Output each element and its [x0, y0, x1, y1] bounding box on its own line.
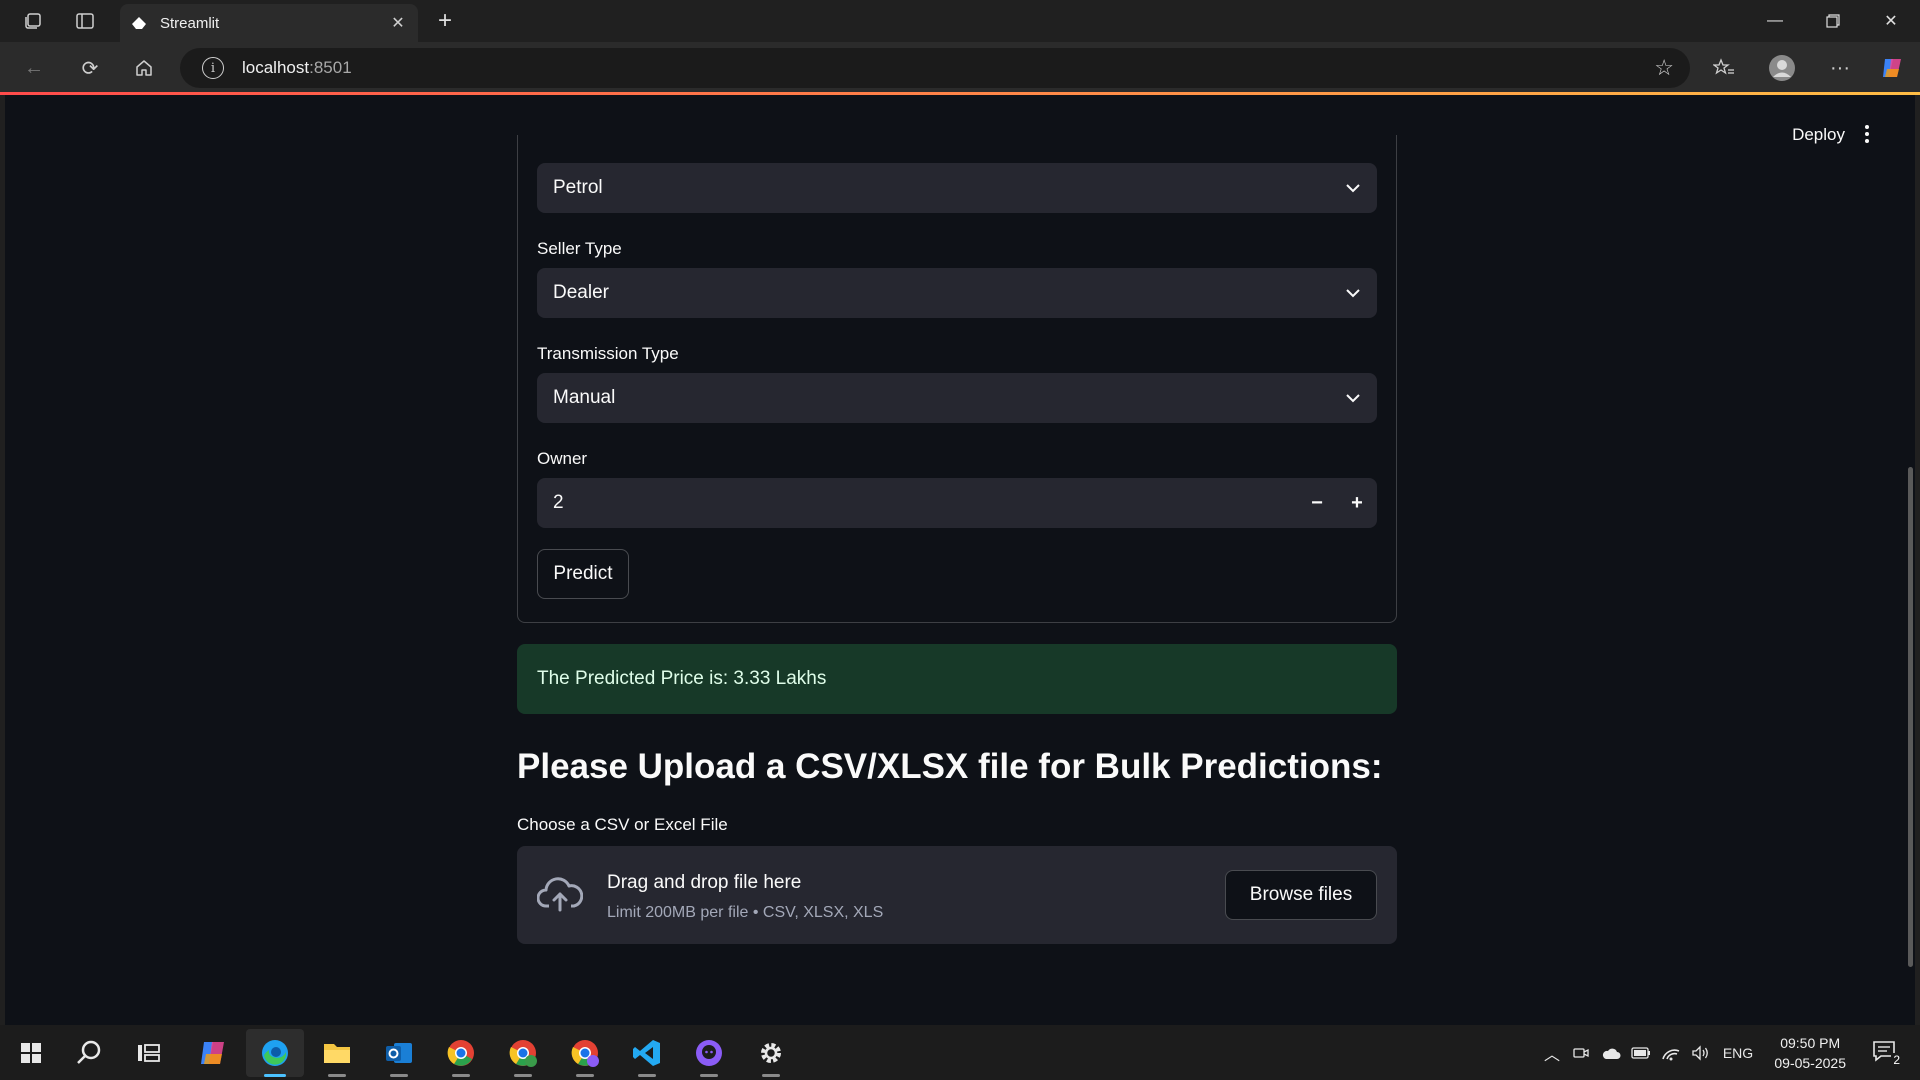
notification-count-badge: 2 [1891, 1053, 1902, 1067]
back-arrow-icon[interactable]: ← [16, 50, 52, 86]
onedrive-cloud-icon[interactable] [1596, 1046, 1626, 1060]
app-viewport: Deploy Petrol Seller Type Dealer Transmi… [5, 95, 1915, 1025]
chrome-profile-taskbar-icon[interactable] [494, 1029, 552, 1077]
browser-tab-bar: Streamlit ✕ + — ✕ [0, 0, 1920, 42]
notification-center-icon[interactable]: 2 [1872, 1039, 1902, 1067]
predict-button[interactable]: Predict [537, 549, 629, 599]
favorites-icon[interactable] [1706, 50, 1742, 86]
profile-avatar-icon[interactable] [1764, 50, 1800, 86]
vscode-taskbar-icon[interactable] [618, 1029, 676, 1077]
show-hidden-icons-chevron-up-icon[interactable]: ︿ [1538, 1041, 1566, 1065]
seller-type-label: Seller Type [537, 239, 622, 258]
edge-browser-taskbar-icon[interactable] [246, 1029, 304, 1077]
transmission-type-label: Transmission Type [537, 344, 679, 363]
file-dropzone[interactable]: Drag and drop file here Limit 200MB per … [517, 846, 1397, 944]
close-window-icon[interactable]: ✕ [1862, 0, 1920, 42]
clock-time: 09:50 PM [1780, 1035, 1841, 1051]
fuel-type-value: Petrol [553, 177, 603, 198]
taskbar-clock[interactable]: 09:50 PM 09-05-2025 [1774, 1033, 1846, 1073]
running-indicator [452, 1074, 470, 1077]
streamlit-favicon-icon [130, 14, 148, 32]
address-bar[interactable]: i localhost:8501 ☆ [180, 48, 1690, 88]
running-indicator [762, 1074, 780, 1077]
running-indicator [514, 1074, 532, 1077]
home-icon[interactable] [126, 50, 162, 86]
language-indicator[interactable]: ENG [1716, 1045, 1760, 1061]
decrement-button[interactable]: − [1297, 478, 1337, 528]
url-text: localhost:8501 [242, 58, 352, 77]
seller-type-select[interactable]: Dealer [537, 268, 1377, 318]
chevron-down-icon [1345, 285, 1361, 301]
search-icon[interactable] [60, 1029, 118, 1077]
dropzone-limit-text: Limit 200MB per file • CSV, XLSX, XLS [607, 904, 884, 921]
favorite-star-icon[interactable]: ☆ [1654, 55, 1674, 81]
running-indicator [390, 1074, 408, 1077]
minimize-icon[interactable]: — [1746, 0, 1804, 42]
browse-files-button[interactable]: Browse files [1225, 870, 1377, 920]
windows-taskbar: ︿ ENG 09:50 PM 09-05-2025 2 [0, 1025, 1920, 1080]
owner-value: 2 [553, 492, 564, 513]
task-view-icon[interactable] [120, 1029, 178, 1077]
wifi-icon[interactable] [1656, 1045, 1686, 1061]
tab-title: Streamlit [160, 14, 220, 32]
more-options-icon[interactable]: ··· [1822, 50, 1858, 86]
chrome-profile-r-taskbar-icon[interactable] [556, 1029, 614, 1077]
prediction-form: Petrol Seller Type Dealer Transmission T… [517, 135, 1397, 623]
meet-camera-icon[interactable] [1566, 1045, 1596, 1061]
running-indicator [638, 1074, 656, 1077]
main-menu-icon[interactable] [1857, 121, 1877, 147]
browser-tab[interactable]: Streamlit ✕ [120, 4, 418, 42]
owner-number-input[interactable]: 2 − + [537, 478, 1377, 528]
refresh-icon[interactable]: ⟳ [72, 50, 108, 86]
system-tray: ︿ ENG [1538, 1025, 1760, 1080]
file-uploader-label: Choose a CSV or Excel File [517, 815, 728, 834]
seller-type-value: Dealer [553, 282, 609, 303]
battery-icon[interactable] [1626, 1046, 1656, 1059]
owner-label: Owner [537, 449, 588, 468]
active-indicator [264, 1074, 286, 1077]
scrollbar[interactable] [1908, 467, 1913, 967]
running-indicator [576, 1074, 594, 1077]
prediction-success-alert: The Predicted Price is: 3.33 Lakhs [517, 644, 1397, 714]
chrome-taskbar-icon[interactable] [432, 1029, 490, 1077]
running-indicator [328, 1074, 346, 1077]
browser-toolbar: ← ⟳ i localhost:8501 ☆ ··· [0, 42, 1920, 94]
start-windows-icon[interactable] [2, 1029, 60, 1077]
transmission-type-value: Manual [553, 387, 616, 408]
settings-gear-taskbar-icon[interactable] [742, 1029, 800, 1077]
upload-heading: Please Upload a CSV/XLSX file for Bulk P… [517, 747, 1383, 786]
copilot-taskbar-icon[interactable] [184, 1029, 242, 1077]
cloud-upload-icon [537, 877, 583, 912]
fuel-type-select[interactable]: Petrol [537, 163, 1377, 213]
github-desktop-taskbar-icon[interactable] [680, 1029, 738, 1077]
deploy-button[interactable]: Deploy [1792, 125, 1845, 145]
restore-icon[interactable] [1804, 0, 1862, 42]
volume-speaker-icon[interactable] [1686, 1044, 1716, 1061]
chevron-down-icon [1345, 390, 1361, 406]
running-indicator [700, 1074, 718, 1077]
transmission-type-select[interactable]: Manual [537, 373, 1377, 423]
site-info-icon[interactable]: i [202, 57, 224, 79]
file-explorer-taskbar-icon[interactable] [308, 1029, 366, 1077]
workspaces-icon[interactable] [10, 0, 56, 42]
chevron-down-icon [1345, 180, 1361, 196]
copilot-icon[interactable] [1874, 50, 1910, 86]
increment-button[interactable]: + [1337, 478, 1377, 528]
new-tab-icon[interactable]: + [430, 6, 460, 36]
clock-date: 09-05-2025 [1774, 1055, 1846, 1071]
tab-actions-icon[interactable] [62, 0, 108, 42]
close-tab-icon[interactable]: ✕ [388, 13, 408, 33]
outlook-taskbar-icon[interactable] [370, 1029, 428, 1077]
dropzone-title: Drag and drop file here [607, 872, 802, 893]
